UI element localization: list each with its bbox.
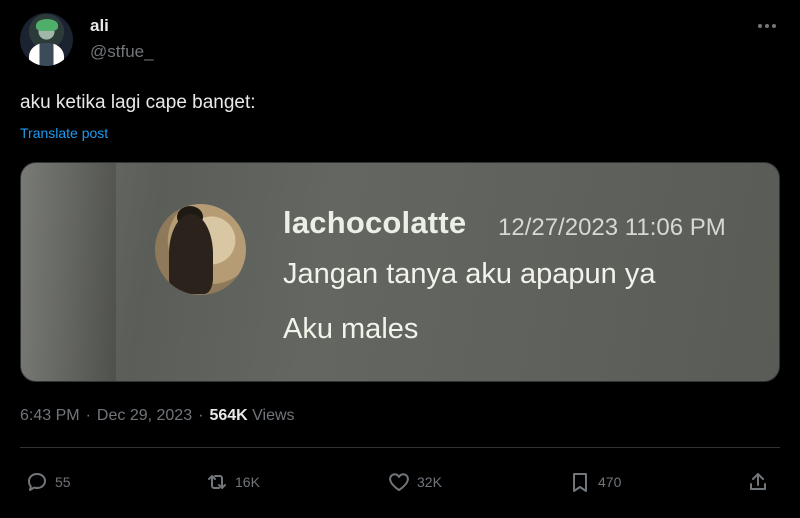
post-image[interactable]: lachocolatte 12/27/2023 11:06 PM Jangan … — [20, 162, 780, 382]
author-name[interactable]: ali — [90, 16, 109, 36]
bookmark-count: 470 — [598, 474, 622, 490]
views-count: 564K — [209, 407, 248, 424]
repost-button[interactable]: 16K — [205, 470, 260, 494]
post-time[interactable]: 6:43 PM — [20, 407, 80, 425]
more-icon[interactable] — [752, 16, 782, 36]
reply-icon — [28, 473, 46, 491]
post-text: aku ketika lagi cape banget: — [20, 92, 256, 113]
meta-separator: · — [85, 407, 91, 424]
author-handle[interactable]: @stfue_ — [90, 42, 154, 62]
like-count: 32K — [417, 474, 442, 490]
image-avatar — [155, 204, 246, 295]
reply-count: 55 — [55, 474, 71, 490]
like-button[interactable]: 32K — [387, 470, 442, 494]
image-message-line1: Jangan tanya aku apapun ya — [283, 258, 656, 290]
divider — [20, 447, 780, 448]
bookmark-button[interactable]: 470 — [568, 470, 621, 494]
views[interactable]: 564K Views — [209, 407, 294, 425]
image-username: lachocolatte — [283, 205, 467, 240]
action-bar: 55 16K 32K 470 — [20, 470, 780, 500]
reply-button[interactable]: 55 — [25, 470, 71, 494]
share-button[interactable] — [746, 470, 770, 494]
bookmark-icon — [573, 473, 587, 492]
image-timestamp: 12/27/2023 11:06 PM — [498, 214, 726, 241]
share-icon — [750, 473, 766, 490]
meta-separator: · — [198, 407, 204, 424]
translate-post-link[interactable]: Translate post — [20, 125, 108, 141]
image-message-line2: Aku males — [283, 313, 419, 345]
post-date[interactable]: Dec 29, 2023 — [97, 407, 192, 425]
repost-count: 16K — [235, 474, 260, 490]
author-avatar[interactable] — [20, 13, 73, 66]
repost-icon — [208, 475, 226, 489]
views-label: Views — [252, 407, 295, 424]
post-meta: 6:43 PM · Dec 29, 2023 · 564K Views — [20, 407, 295, 425]
like-icon — [389, 473, 409, 491]
